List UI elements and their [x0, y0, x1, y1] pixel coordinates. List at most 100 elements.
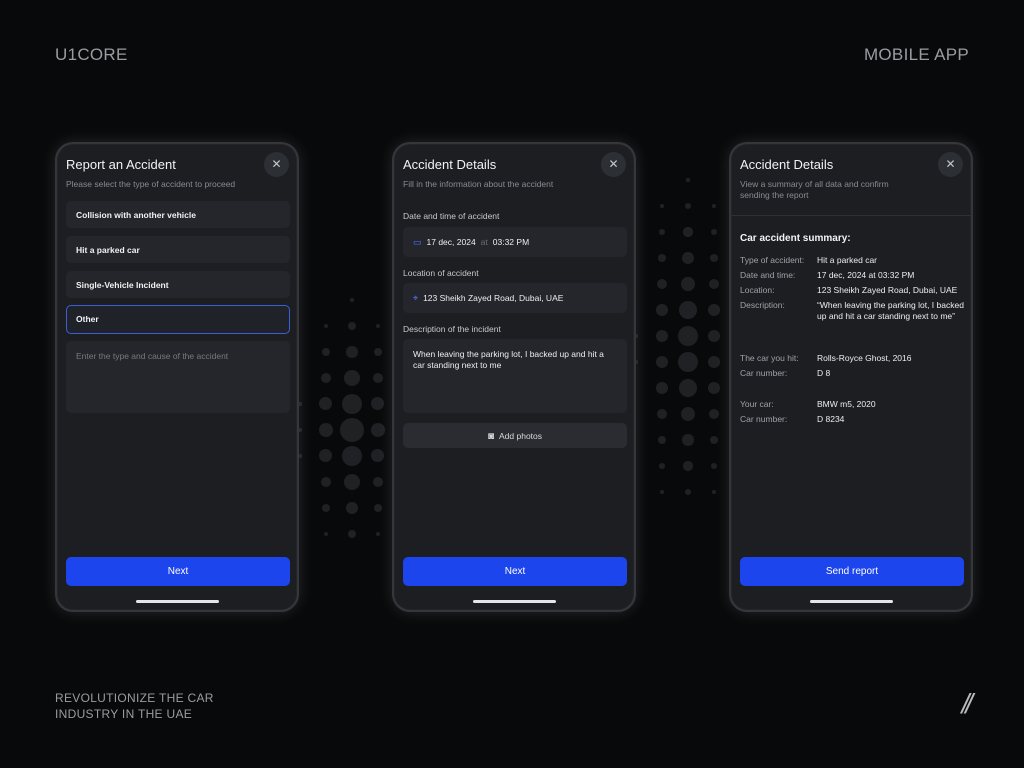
halftone-dot	[375, 531, 381, 537]
halftone-dot	[677, 325, 699, 347]
halftone-dot	[680, 406, 696, 422]
halftone-dot	[373, 503, 383, 513]
halftone-dot	[708, 408, 720, 420]
screen-title: Accident Details	[740, 157, 834, 172]
accident-cause-input[interactable]: Enter the type and cause of the accident	[66, 341, 290, 413]
option-other[interactable]: Other	[66, 305, 290, 334]
row-key: Type of accident:	[740, 255, 805, 265]
row-value: Rolls-Royce Ghost, 2016	[817, 353, 912, 363]
halftone-dot	[321, 503, 331, 513]
halftone-dot	[656, 278, 668, 290]
send-report-button[interactable]: Send report	[740, 557, 964, 586]
halftone-dot	[340, 418, 364, 442]
date-value: 17 dec, 2024	[426, 237, 476, 247]
halftone-dot	[371, 423, 385, 437]
screen-title: Report an Accident	[66, 157, 176, 172]
section-title: MOBILE APP	[863, 45, 969, 64]
home-indicator	[810, 600, 893, 603]
halftone-dot	[319, 423, 333, 437]
summary-title: Car accident summary:	[740, 233, 851, 244]
row-value: 17 dec, 2024 at 03:32 PM	[817, 270, 915, 280]
slashes-mark: //	[961, 688, 972, 719]
halftone-dot	[342, 394, 362, 414]
camera-icon: ◙	[487, 431, 495, 442]
screen-subtitle: View a summary of all data and confirm s…	[740, 179, 889, 200]
next-button[interactable]: Next	[403, 557, 627, 586]
close-icon[interactable]: ✕	[938, 152, 963, 177]
time-value: 03:32 PM	[492, 237, 530, 247]
halftone-dot	[371, 397, 385, 411]
row-value: D 8	[817, 368, 831, 378]
option-single-vehicle[interactable]: Single-Vehicle Incident	[66, 271, 290, 298]
halftone-dot	[656, 304, 668, 316]
screen-subtitle: Please select the type of accident to pr…	[66, 179, 236, 189]
halftone-dot	[346, 346, 358, 358]
option-parked-car[interactable]: Hit a parked car	[66, 236, 290, 263]
datetime-label: Date and time of accident	[403, 211, 500, 221]
phone-screen-details: Accident Details Fill in the information…	[392, 142, 636, 612]
halftone-dot	[371, 449, 385, 463]
halftone-dot	[680, 276, 696, 292]
option-collision[interactable]: Collision with another vehicle	[66, 201, 290, 228]
halftone-dot	[658, 228, 665, 235]
halftone-dot	[708, 304, 720, 316]
phone-screen-report: Report an Accident Please select the typ…	[55, 142, 299, 612]
location-field[interactable]: ⌖ 123 Sheikh Zayed Road, Dubai, UAE	[403, 283, 627, 313]
add-photos-label: Add photos	[499, 431, 543, 441]
halftone-dot	[323, 531, 329, 537]
halftone-dot	[679, 379, 697, 397]
row-value: 123 Sheikh Zayed Road, Dubai, UAE	[817, 285, 958, 295]
location-value: 123 Sheikh Zayed Road, Dubai, UAE	[423, 293, 564, 303]
halftone-dot	[655, 355, 669, 369]
location-pin-icon: ⌖	[413, 293, 419, 303]
halftone-dot	[679, 301, 697, 319]
divider	[730, 215, 972, 216]
halftone-dot	[346, 502, 358, 514]
home-indicator	[473, 600, 556, 603]
halftone-dot	[707, 329, 721, 343]
screen-title: Accident Details	[403, 157, 497, 172]
halftone-dot	[683, 461, 693, 471]
close-icon[interactable]: ✕	[264, 152, 289, 177]
halftone-dot	[686, 178, 690, 182]
halftone-dot	[656, 408, 668, 420]
halftone-dot	[683, 227, 693, 237]
add-photos-button[interactable]: ◙ Add photos	[403, 423, 627, 448]
halftone-dot	[344, 370, 360, 386]
row-value: D 8234	[817, 414, 845, 424]
close-icon[interactable]: ✕	[601, 152, 626, 177]
halftone-dot	[709, 253, 719, 263]
calendar-icon: ▭	[413, 237, 422, 247]
halftone-dot	[372, 372, 384, 384]
row-key: Car number:	[740, 368, 788, 378]
at-text: at	[480, 237, 488, 247]
row-value: BMW m5, 2020	[817, 399, 876, 409]
halftone-dot	[660, 490, 664, 494]
halftone-dot	[709, 435, 719, 445]
halftone-dot	[707, 355, 721, 369]
halftone-dot	[660, 204, 664, 208]
description-input[interactable]: When leaving the parking lot, I backed u…	[403, 339, 627, 413]
home-indicator	[136, 600, 219, 603]
next-button[interactable]: Next	[66, 557, 290, 586]
halftone-dot	[710, 228, 717, 235]
halftone-dot	[708, 278, 720, 290]
halftone-dot	[657, 435, 667, 445]
halftone-dot	[658, 462, 665, 469]
halftone-dot	[655, 329, 669, 343]
halftone-dot	[712, 204, 716, 208]
halftone-dot	[348, 530, 356, 538]
halftone-dot	[350, 298, 354, 302]
datetime-field[interactable]: ▭ 17 dec, 2024 at 03:32 PM	[403, 227, 627, 257]
halftone-dot	[319, 449, 333, 463]
row-value: “When leaving the parking lot, I backed …	[817, 300, 964, 321]
row-key: Car number:	[740, 414, 788, 424]
screen-subtitle: Fill in the information about the accide…	[403, 179, 554, 189]
halftone-dot	[712, 490, 716, 494]
halftone-dot	[320, 372, 332, 384]
phone-screen-summary: Accident Details View a summary of all d…	[729, 142, 973, 612]
halftone-dot	[684, 202, 692, 210]
halftone-dot	[373, 347, 383, 357]
halftone-dot	[375, 323, 381, 329]
halftone-dot	[342, 446, 362, 466]
